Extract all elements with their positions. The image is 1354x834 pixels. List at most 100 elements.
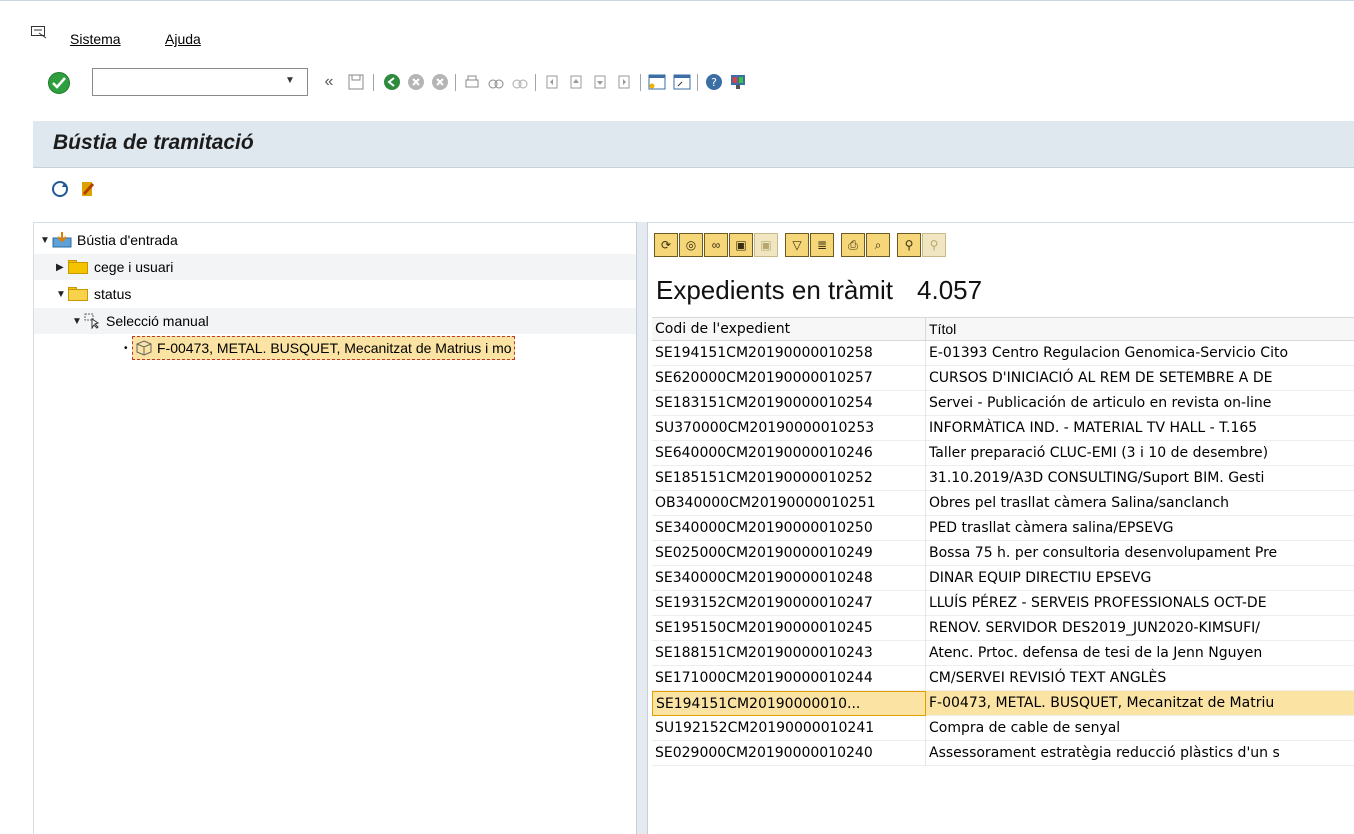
find-icon[interactable] [485, 71, 507, 93]
menu-window-icon[interactable] [31, 26, 47, 40]
cell-code[interactable]: OB340000CM20190000010251 [652, 490, 926, 516]
table-row[interactable]: SE620000CM20190000010257 CURSOS D'INICIAC… [652, 365, 1354, 391]
table-row[interactable]: SE171000CM20190000010244 CM/SERVEI REVISI… [652, 665, 1354, 691]
table-row[interactable]: SE340000CM20190000010248 DINAR EQUIP DIRE… [652, 565, 1354, 591]
table-row[interactable]: SE029000CM20190000010240 Assessorament es… [652, 740, 1354, 766]
pane-splitter[interactable] [636, 222, 648, 834]
column-header-code[interactable]: Codi de l'expedient [652, 318, 926, 340]
cell-title[interactable]: LLUÍS PÉREZ - SERVEIS PROFESSIONALS OCT-… [926, 591, 1354, 616]
cell-code[interactable]: SE194151CM20190000010258 [652, 340, 926, 366]
cell-title[interactable]: Taller preparació CLUC-EMI (3 i 10 de de… [926, 441, 1354, 466]
cell-code[interactable]: SU192152CM20190000010241 [652, 715, 926, 741]
grid-body: SE194151CM20190000010258 E-01393 Centro R… [652, 340, 1354, 766]
cell-title[interactable]: Atenc. Prtoc. defensa de tesi de la Jenn… [926, 641, 1354, 666]
table-row[interactable]: SU192152CM20190000010241 Compra de cable … [652, 715, 1354, 741]
previous-page-icon[interactable] [565, 71, 587, 93]
cell-title[interactable]: E-01393 Centro Regulacion Genomica-Servi… [926, 341, 1354, 366]
table-row[interactable]: OB340000CM20190000010251 Obres pel trasll… [652, 490, 1354, 516]
new-session-icon[interactable] [646, 71, 668, 93]
tree-node-selection[interactable]: ▼ Selecció manual [34, 308, 636, 334]
last-page-icon[interactable] [613, 71, 635, 93]
table-row[interactable]: SE183151CM20190000010254 Servei - Publica… [652, 390, 1354, 416]
next-page-icon[interactable] [589, 71, 611, 93]
print-preview-icon[interactable]: ⌕ [866, 233, 890, 257]
filter-icon[interactable]: ▽ [785, 233, 809, 257]
table-row[interactable]: SE185151CM20190000010252 31.10.2019/A3D C… [652, 465, 1354, 491]
object-disabled-icon[interactable]: ▣ [754, 233, 778, 257]
tree-node-root[interactable]: ▼ Bústia d'entrada [40, 227, 636, 253]
cell-title[interactable]: F-00473, METAL. BUSQUET, Mecanitzat de M… [926, 691, 1354, 716]
table-row[interactable]: SE025000CM20190000010249 Bossa 75 h. per … [652, 540, 1354, 566]
execute-icon[interactable]: ◎ [679, 233, 703, 257]
cancel-icon[interactable] [429, 71, 451, 93]
table-row[interactable]: SE188151CM20190000010243 Atenc. Prtoc. de… [652, 640, 1354, 666]
cell-title[interactable]: Obres pel trasllat càmera Salina/sanclan… [926, 491, 1354, 516]
command-dropdown-icon[interactable]: ▼ [282, 75, 298, 89]
cell-title[interactable]: RENOV. SERVIDOR DES2019_JUN2020-KIMSUFI/ [926, 616, 1354, 641]
refresh-icon[interactable]: ⟳ [654, 233, 678, 257]
find-next-icon[interactable] [509, 71, 531, 93]
menu-sistema[interactable]: Sistema [70, 31, 121, 47]
menu-ajuda[interactable]: Ajuda [165, 31, 201, 47]
tree-selected-item[interactable]: F-00473, METAL. BUSQUET, Mecanitzat de M… [132, 336, 515, 360]
table-row[interactable]: SE640000CM20190000010246 Taller preparaci… [652, 440, 1354, 466]
cell-code[interactable]: SE188151CM20190000010243 [652, 640, 926, 666]
help-icon[interactable]: ? [703, 71, 725, 93]
cell-code[interactable]: SE640000CM20190000010246 [652, 440, 926, 466]
table-row[interactable]: SE195150CM20190000010245 RENOV. SERVIDOR … [652, 615, 1354, 641]
column-header-title[interactable]: Títol [926, 318, 1354, 340]
shortcut-icon[interactable] [671, 71, 693, 93]
cell-code[interactable]: SE171000CM20190000010244 [652, 665, 926, 691]
exit-icon[interactable] [405, 71, 427, 93]
tree-node-item[interactable]: • F-00473, METAL. BUSQUET, Mecanitzat de… [34, 335, 636, 361]
cell-code[interactable]: SE183151CM20190000010254 [652, 390, 926, 416]
tree-node-folder-cege[interactable]: ▶ cege i usuari [34, 254, 636, 280]
cell-title[interactable]: DINAR EQUIP DIRECTIU EPSEVG [926, 566, 1354, 591]
find-icon[interactable]: ⚲ [897, 233, 921, 257]
table-row[interactable]: SE340000CM20190000010250 PED trasllat càm… [652, 515, 1354, 541]
cell-code[interactable]: SE029000CM20190000010240 [652, 740, 926, 766]
tree-node-folder-status[interactable]: ▼ status [34, 281, 636, 307]
object-icon[interactable]: ▣ [729, 233, 753, 257]
refresh-icon[interactable] [49, 178, 71, 200]
cell-title[interactable]: 31.10.2019/A3D CONSULTING/Suport BIM. Ge… [926, 466, 1354, 491]
table-row[interactable]: SE193152CM20190000010247 LLUÍS PÉREZ - SE… [652, 590, 1354, 616]
cell-title[interactable]: Assessorament estratègia reducció plàsti… [926, 741, 1354, 766]
cell-title[interactable]: Servei - Publicación de articulo en revi… [926, 391, 1354, 416]
save-icon[interactable] [345, 71, 367, 93]
glasses-icon[interactable]: ∞ [704, 233, 728, 257]
cell-title[interactable]: PED trasllat càmera salina/EPSEVG [926, 516, 1354, 541]
cell-code[interactable]: SE194151CM20190000010... [652, 690, 926, 716]
sort-icon[interactable]: ≣ [810, 233, 834, 257]
cell-title[interactable]: Bossa 75 h. per consultoria desenvolupam… [926, 541, 1354, 566]
cell-title[interactable]: Compra de cable de senyal [926, 716, 1354, 741]
print-icon[interactable]: ⎙ [841, 233, 865, 257]
table-row[interactable]: SU370000CM20190000010253 INFORMÀTICA IND.… [652, 415, 1354, 441]
customize-layout-icon[interactable] [727, 71, 749, 93]
cell-code[interactable]: SE340000CM20190000010250 [652, 515, 926, 541]
table-row[interactable]: SE194151CM20190000010... F-00473, METAL. … [652, 690, 1354, 716]
command-field[interactable] [92, 68, 308, 96]
enter-check-icon[interactable] [48, 72, 70, 94]
cell-code[interactable]: SU370000CM20190000010253 [652, 415, 926, 441]
cell-code[interactable]: SE185151CM20190000010252 [652, 465, 926, 491]
cell-code[interactable]: SE025000CM20190000010249 [652, 540, 926, 566]
cell-title[interactable]: CURSOS D'INICIACIÓ AL REM DE SETEMBRE A … [926, 366, 1354, 391]
print-icon[interactable] [461, 71, 483, 93]
collapse-icon[interactable]: « [318, 71, 340, 93]
find-next-icon[interactable]: ⚲ [922, 233, 946, 257]
first-page-icon[interactable] [541, 71, 563, 93]
expand-right-icon[interactable]: ▶ [56, 262, 68, 273]
expand-down-icon[interactable]: ▼ [56, 289, 68, 300]
cell-code[interactable]: SE340000CM20190000010248 [652, 565, 926, 591]
cell-code[interactable]: SE193152CM20190000010247 [652, 590, 926, 616]
table-row[interactable]: SE194151CM20190000010258 E-01393 Centro R… [652, 340, 1354, 366]
cell-title[interactable]: CM/SERVEI REVISIÓ TEXT ANGLÈS [926, 666, 1354, 691]
cell-title[interactable]: INFORMÀTICA IND. - MATERIAL TV HALL - T.… [926, 416, 1354, 441]
workflow-edit-icon[interactable] [77, 178, 99, 200]
expand-down-icon[interactable]: ▼ [72, 316, 84, 327]
cell-code[interactable]: SE620000CM20190000010257 [652, 365, 926, 391]
cell-code[interactable]: SE195150CM20190000010245 [652, 615, 926, 641]
expand-down-icon[interactable]: ▼ [40, 235, 52, 246]
back-icon[interactable] [381, 71, 403, 93]
